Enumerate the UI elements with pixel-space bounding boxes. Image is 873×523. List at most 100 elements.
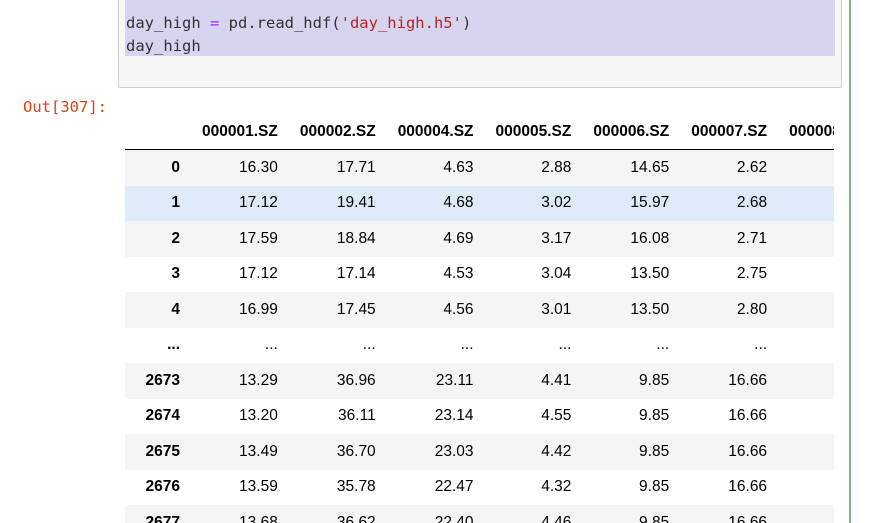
table-cell: 13.20: [239, 407, 278, 425]
table-cell: 3.01: [541, 300, 572, 318]
table-cell: 18.84: [336, 229, 376, 247]
table-cell: 16.66: [728, 513, 768, 523]
table-cell: 4.46: [541, 513, 572, 523]
table-cell: 4.9: [777, 257, 834, 293]
table-cell: 8.1: [777, 363, 834, 399]
table-cell: 2.68: [736, 194, 768, 212]
table-cell: 8.1: [777, 505, 834, 523]
table-row: 2677 13.68 36.62 22.40 4.46 9.85 16.66 8.1: [125, 505, 834, 523]
index-header: [125, 114, 190, 150]
table-cell: 22.40: [434, 513, 474, 523]
table-cell: 16.66: [728, 442, 768, 460]
table-cell: 2.62: [736, 158, 768, 176]
table-cell: 35.78: [336, 478, 376, 496]
table-cell: 13.68: [239, 513, 278, 523]
table-body: 0 16.30 17.71 4.63 2.88 14.65 2.62 5.5 1 17.12 19.…: [125, 149, 834, 523]
table-row: 0 16.30 17.71 4.63 2.88 14.65 2.62 5.5: [125, 149, 834, 186]
table-cell: 4.32: [541, 478, 572, 496]
table-cell: 4.56: [443, 300, 474, 318]
table-cell: 19.41: [336, 194, 376, 212]
table-cell: 36.96: [336, 371, 376, 389]
table-cell: 13.29: [239, 371, 278, 389]
code-variable: day_high: [126, 14, 201, 32]
table-cell: 23.14: [434, 407, 474, 425]
table-cell: 23.11: [435, 371, 474, 389]
column-header: 000007.SZ: [679, 114, 778, 150]
table-row: 3 17.12 17.14 4.53 3.04 13.50 2.75 4.9: [125, 256, 834, 293]
table-cell: 5.0: [777, 292, 834, 328]
table-cell: 9.85: [639, 478, 670, 496]
row-index: ...: [167, 336, 180, 354]
table-cell: 16.30: [239, 158, 278, 176]
row-index: 2677: [145, 513, 180, 523]
row-index: 2675: [145, 442, 180, 460]
table-cell: 36.11: [338, 407, 376, 425]
output-prompt: Out[307]:: [23, 98, 107, 116]
table-cell: 4.53: [443, 265, 474, 283]
dataframe-table: 000001.SZ 000002.SZ 000004.SZ 000005.SZ 0000…: [125, 114, 834, 523]
table-cell: 15.97: [630, 194, 670, 212]
row-index: 3: [171, 265, 180, 283]
cell-selected-border: [849, 0, 851, 523]
table-row: 2673 13.29 36.96 23.11 4.41 9.85 16.66 8.1: [125, 363, 834, 399]
table-cell: 3.04: [541, 265, 572, 283]
table-header-row: 000001.SZ 000002.SZ 000004.SZ 000005.SZ 0000…: [125, 114, 834, 150]
table-cell: 13.59: [239, 478, 278, 496]
table-cell: ...: [264, 336, 278, 354]
table-cell: 13.49: [239, 442, 278, 460]
row-index: 2676: [145, 478, 180, 496]
table-cell: 2.75: [736, 265, 768, 283]
table-cell: 4.9: [777, 186, 834, 222]
table-cell: 8.1: [777, 399, 834, 435]
table-cell: 36.62: [336, 513, 376, 523]
row-index: 1: [171, 194, 180, 212]
row-index: 2673: [145, 371, 180, 389]
table-cell: 14.65: [630, 158, 670, 176]
table-cell: 2.71: [736, 229, 768, 247]
column-header: 000001.SZ: [190, 114, 288, 150]
code-paren: ): [461, 14, 472, 32]
code-function-call: pd.read_hdf(: [228, 14, 341, 32]
code-cell-input[interactable]: day_high = pd.read_hdf('day_high.h5') day…: [118, 0, 842, 88]
table-row: 2675 13.49 36.70 23.03 4.42 9.85 16.66 8.1: [125, 434, 834, 470]
table-cell: ...: [754, 336, 768, 354]
code-editor[interactable]: day_high = pd.read_hdf('day_high.h5') day…: [126, 12, 471, 58]
table-row: .....................: [125, 327, 834, 364]
column-header: 000006.SZ: [581, 114, 680, 150]
table-cell: 17.71: [336, 158, 376, 176]
table-row: 2 17.59 18.84 4.69 3.17 16.08 2.71 5.5: [125, 221, 834, 257]
table-cell: 4.69: [443, 229, 474, 247]
table-cell: 9.85: [639, 407, 670, 425]
table-row: 4 16.99 17.45 4.56 3.01 13.50 2.80 5.0: [125, 292, 834, 328]
dataframe-output: 000001.SZ 000002.SZ 000004.SZ 000005.SZ 0000…: [125, 114, 834, 523]
table-cell: 16.66: [728, 407, 768, 425]
table-cell: [777, 328, 834, 364]
table-cell: 16.66: [728, 371, 768, 389]
table-cell: 4.55: [541, 407, 572, 425]
table-cell: 17.12: [239, 194, 278, 212]
table-cell: 13.50: [630, 265, 670, 283]
table-cell: 2.88: [541, 158, 572, 176]
table-cell: 9.85: [639, 513, 670, 523]
table-cell: 16.66: [728, 478, 768, 496]
row-index: 2674: [145, 407, 180, 425]
table-cell: 9.85: [639, 442, 670, 460]
table-cell: 4.41: [541, 371, 572, 389]
table-cell: ...: [362, 336, 376, 354]
table-cell: 22.47: [434, 478, 474, 496]
code-string: 'day_high.h5': [340, 14, 462, 32]
table-cell: 23.03: [434, 442, 474, 460]
table-cell: ...: [656, 336, 670, 354]
table-cell: 4.42: [541, 442, 572, 460]
table-cell: 17.45: [336, 300, 376, 318]
code-line-2: day_high: [126, 37, 201, 55]
table-cell: 17.12: [239, 265, 278, 283]
table-cell: 4.63: [443, 158, 474, 176]
table-cell: ...: [558, 336, 572, 354]
table-cell: ...: [460, 336, 474, 354]
table-row: 2674 13.20 36.11 23.14 4.55 9.85 16.66 8.1: [125, 398, 834, 435]
table-cell: 2.80: [736, 300, 768, 318]
column-header: 000008.SZ: [777, 114, 834, 150]
table-cell: 8.1: [777, 434, 834, 470]
table-cell: 3.02: [541, 194, 572, 212]
